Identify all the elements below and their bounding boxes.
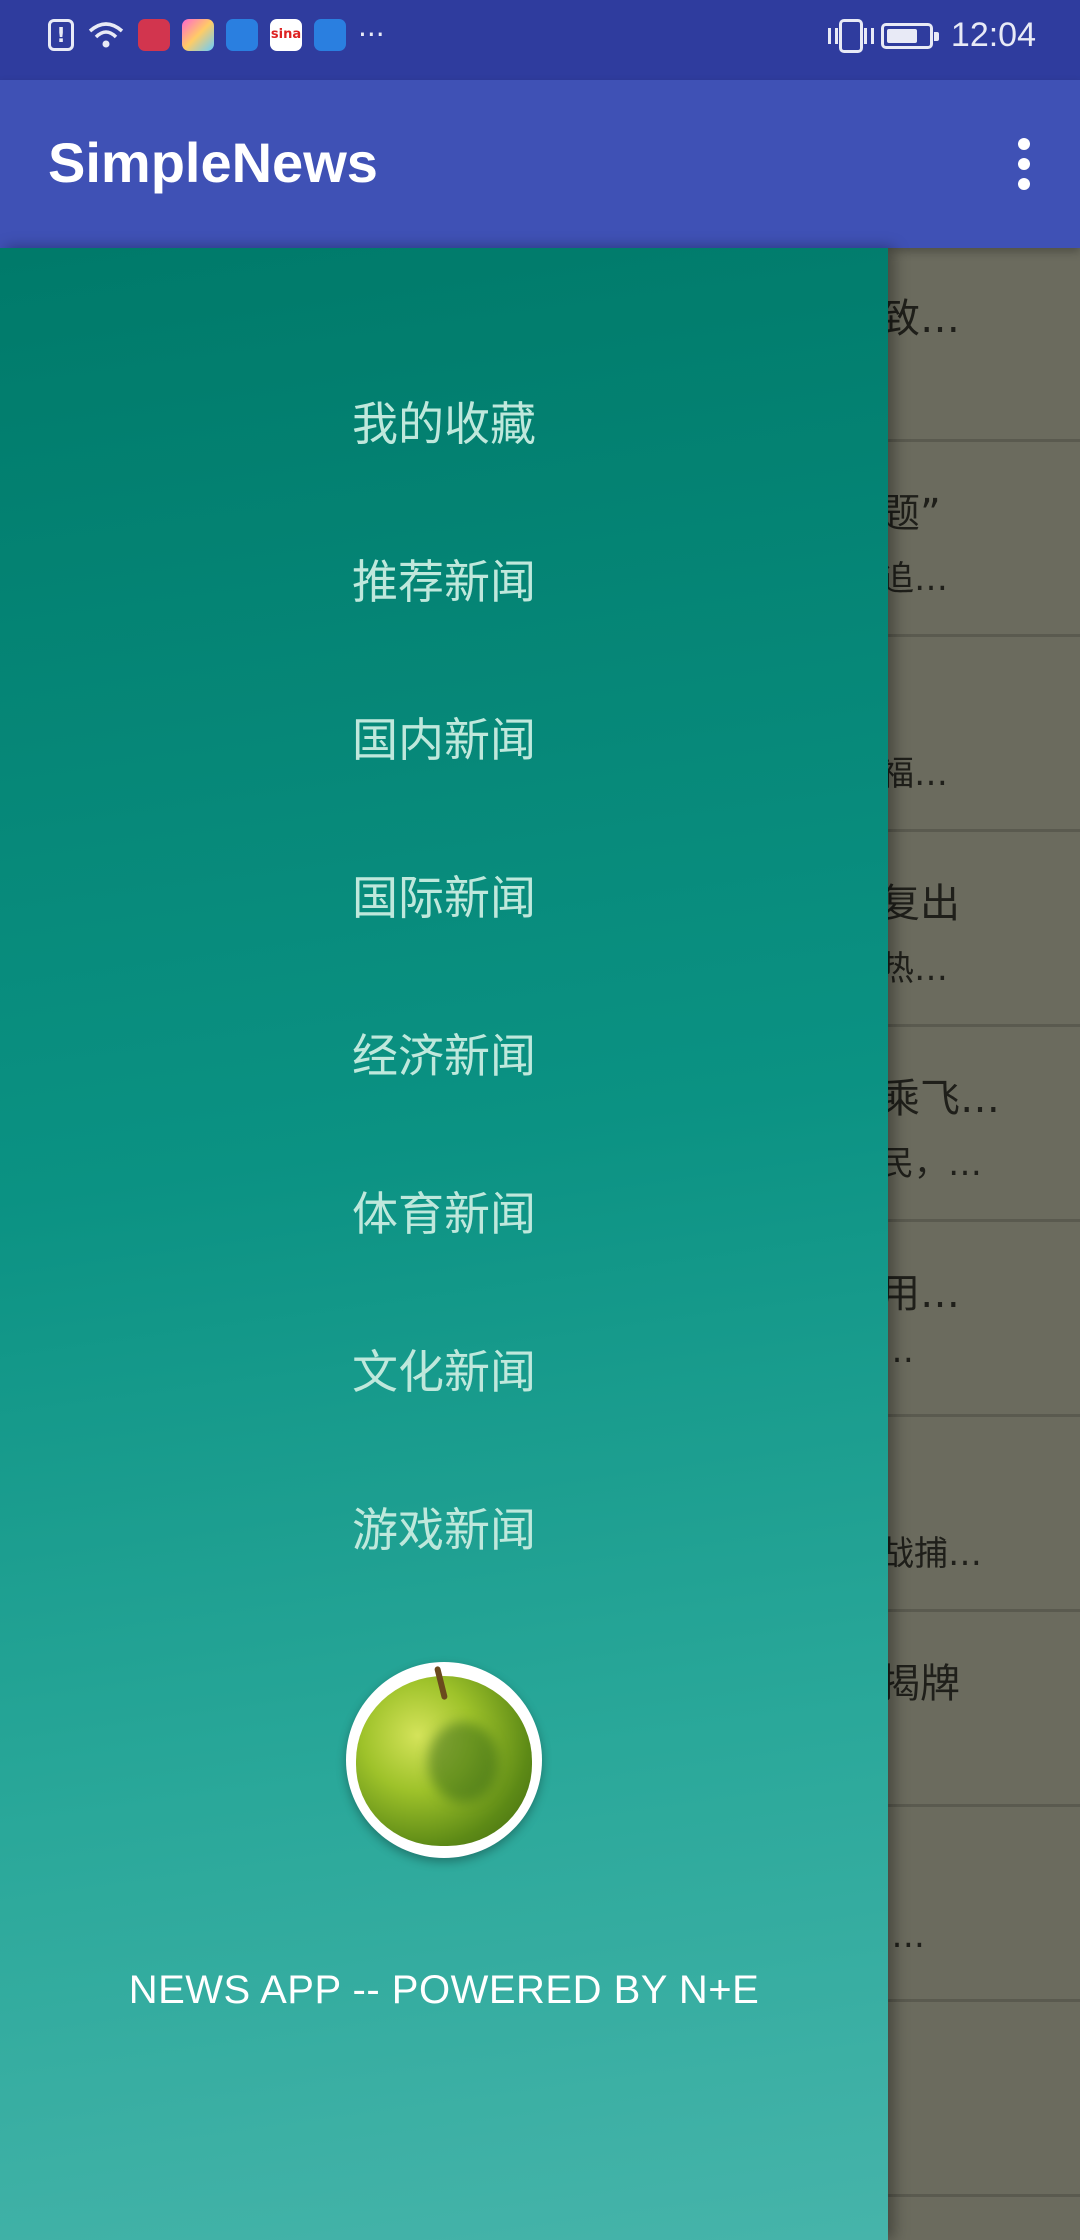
gallery-app-icon <box>182 18 214 51</box>
drawer-item[interactable]: 游戏新闻 <box>0 1494 888 1652</box>
news-title: 题” <box>880 491 941 537</box>
drawer-item[interactable]: 国内新闻 <box>0 704 888 862</box>
vibrate-icon <box>827 18 874 53</box>
drawer-item[interactable]: 文化新闻 <box>0 1336 888 1494</box>
clock: 12:04 <box>950 16 1036 54</box>
huawei-app-icon <box>138 18 170 51</box>
apple-shade <box>428 1722 498 1802</box>
news-summary: 追… <box>880 559 948 599</box>
drawer-item[interactable]: 经济新闻 <box>0 1020 888 1178</box>
drawer-item[interactable]: 国际新闻 <box>0 862 888 1020</box>
news-title: 揭牌 <box>880 1661 960 1707</box>
drawer-item[interactable]: 体育新闻 <box>0 1178 888 1336</box>
notification-icons: ! sina ··· <box>48 18 385 51</box>
news-summary: 福… <box>880 754 948 794</box>
news-summary: 战捕… <box>880 1534 982 1574</box>
drawer-menu: 我的收藏 推荐新闻 国内新闻 国际新闻 经济新闻 体育新闻 文化新闻 游戏新闻 <box>0 388 888 1652</box>
app-bar: SimpleNews <box>0 80 1080 248</box>
drawer-item[interactable]: 推荐新闻 <box>0 546 888 704</box>
news-title: 致… <box>880 296 960 342</box>
overflow-menu-icon[interactable] <box>996 132 1052 196</box>
drawer-footer: NEWS APP -- POWERED BY N+E <box>128 1968 760 2012</box>
health-app-icon <box>226 18 258 51</box>
system-icons: 12:04 <box>827 16 1036 55</box>
alert-icon: ! <box>48 18 74 51</box>
news-title: 乘飞… <box>880 1076 1000 1122</box>
news-title: 复出 <box>880 881 960 927</box>
overflow-dot <box>1018 178 1030 190</box>
more-notifications: ··· <box>358 18 385 51</box>
status-bar: ! sina ··· 12:04 <box>0 0 1080 80</box>
app-title: SimpleNews <box>48 131 378 194</box>
news-summary: 热… <box>880 949 948 989</box>
overflow-dot <box>1018 138 1030 150</box>
navigation-drawer[interactable]: 我的收藏 推荐新闻 国内新闻 国际新闻 经济新闻 体育新闻 文化新闻 游戏新闻 NEWS AP… <box>0 248 888 2240</box>
battery-icon <box>880 22 939 49</box>
wifi-icon <box>88 21 124 47</box>
sina-app-icon: sina <box>270 18 302 51</box>
health-app-icon-2 <box>314 18 346 51</box>
drawer-item[interactable]: 我的收藏 <box>0 388 888 546</box>
news-summary: 民，… <box>880 1144 982 1184</box>
green-apple-image <box>346 1662 542 1858</box>
battery-fill <box>886 28 917 43</box>
overflow-dot <box>1018 158 1030 170</box>
news-title: 用… <box>880 1271 960 1317</box>
